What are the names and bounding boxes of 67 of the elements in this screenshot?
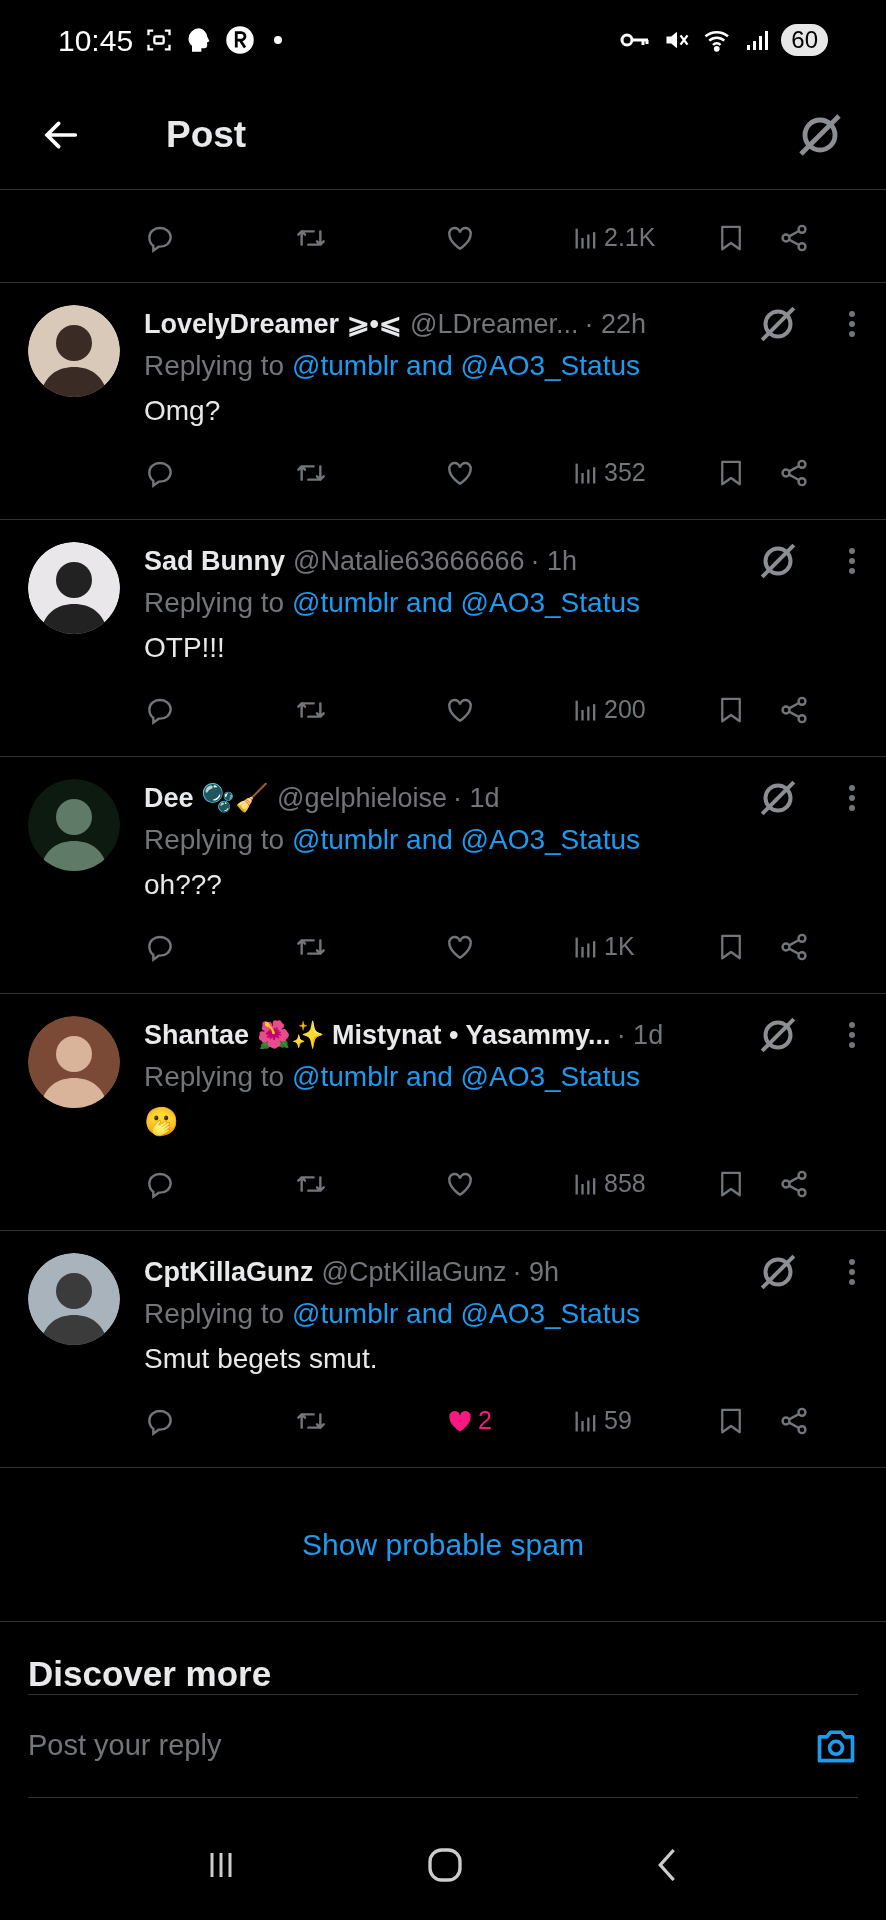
replying-to-label: Replying to: [144, 349, 285, 383]
reply-post[interactable]: Sad Bunny @Natalie63666666 · 1h Replying to @tumblr and @AO3_Status OTP!!! 200: [0, 520, 886, 757]
replying-to-label: Replying to: [144, 586, 285, 620]
post-text: OTP!!!: [144, 631, 226, 665]
post-time: · 1d: [453, 781, 500, 815]
share-icon[interactable]: [778, 1168, 810, 1200]
user-handle[interactable]: @LDreamer...: [410, 303, 579, 345]
mention-link[interactable]: @tumblr and @AO3_Status: [292, 819, 640, 861]
slashed-circle-icon[interactable]: [758, 1015, 798, 1055]
show-spam-link[interactable]: Show probable spam: [302, 1522, 584, 1567]
battery-level: 60: [781, 24, 828, 56]
r-logo-icon: [225, 25, 256, 55]
user-handle[interactable]: @gelphieloise: [277, 777, 448, 819]
mention-link[interactable]: @tumblr and @AO3_Status: [292, 1293, 640, 1335]
share-icon[interactable]: [778, 222, 810, 254]
more-options-icon[interactable]: [848, 784, 856, 812]
slashed-circle-icon[interactable]: [758, 541, 798, 581]
display-name[interactable]: Dee 🫧🧹: [144, 777, 270, 819]
user-handle[interactable]: @CptKillaGunz: [321, 1251, 507, 1293]
display-name[interactable]: Shantae 🌺✨ Mistynat • Yasammy...: [144, 1014, 611, 1056]
post-text: Smut begets smut.: [144, 1342, 379, 1376]
post-text: Omg?: [144, 394, 222, 428]
reply-post[interactable]: LovelyDreamer ⩾•⩽ @LDreamer... · 22h Replying to @tumblr and @AO3_Status Omg? 352: [0, 283, 886, 520]
post-time: · 1h: [530, 544, 578, 578]
clock-time: 10:45: [58, 22, 134, 59]
view-count: 59: [604, 1405, 632, 1437]
post-time: · 9h: [512, 1255, 559, 1289]
post-time: · 1d: [616, 1018, 664, 1052]
reply-input-field[interactable]: Post your reply: [28, 1724, 814, 1768]
home-icon[interactable]: [425, 1845, 465, 1885]
view-count: 352: [604, 457, 646, 489]
view-count: 200: [604, 694, 646, 726]
share-icon[interactable]: [778, 694, 810, 726]
signal-icon: [745, 28, 770, 52]
replying-to-label: Replying to: [144, 823, 285, 857]
view-count: 1K: [604, 931, 635, 963]
reply-post[interactable]: Shantae 🌺✨ Mistynat • Yasammy... · 1d Replying to @tumblr and @AO3_Status 🫢 858: [0, 994, 886, 1231]
view-count: 858: [604, 1168, 646, 1200]
more-options-icon[interactable]: [848, 1021, 856, 1049]
more-options-icon[interactable]: [848, 547, 856, 575]
slashed-circle-icon[interactable]: [758, 304, 798, 344]
page-title: Post: [166, 112, 247, 157]
share-icon[interactable]: [778, 931, 810, 963]
reply-post[interactable]: CptKillaGunz @CptKillaGunz · 9h Replying to @tumblr and @AO3_Status Smut begets smut. 2 59: [0, 1231, 886, 1468]
more-options-icon[interactable]: [848, 1258, 856, 1286]
display-name[interactable]: LovelyDreamer ⩾•⩽: [144, 303, 403, 345]
share-icon[interactable]: [778, 457, 810, 489]
post-text: 🫢: [144, 1105, 180, 1139]
like-count: 2: [478, 1405, 492, 1437]
display-name[interactable]: CptKillaGunz: [144, 1251, 314, 1293]
display-name[interactable]: Sad Bunny: [144, 540, 285, 582]
replying-to-label: Replying to: [144, 1060, 285, 1094]
mention-link[interactable]: @tumblr and @AO3_Status: [292, 582, 640, 624]
user-handle[interactable]: @Natalie63666666: [293, 540, 525, 582]
mention-link[interactable]: @tumblr and @AO3_Status: [292, 345, 640, 387]
replying-to-label: Replying to: [144, 1297, 285, 1331]
post-time: · 22h: [584, 307, 647, 341]
dot-icon: [273, 35, 284, 45]
share-icon[interactable]: [778, 1405, 810, 1437]
slashed-circle-icon[interactable]: [758, 1252, 798, 1292]
mention-link[interactable]: @tumblr and @AO3_Status: [292, 1056, 640, 1098]
view-count: 2.1K: [604, 222, 656, 254]
post-text: oh???: [144, 868, 223, 902]
reply-post[interactable]: Dee 🫧🧹 @gelphieloise · 1d Replying to @tumblr and @AO3_Status oh??? 1K: [0, 757, 886, 994]
slashed-circle-icon[interactable]: [758, 778, 798, 818]
section-heading: Discover more: [28, 1654, 272, 1694]
more-options-icon[interactable]: [848, 310, 856, 338]
